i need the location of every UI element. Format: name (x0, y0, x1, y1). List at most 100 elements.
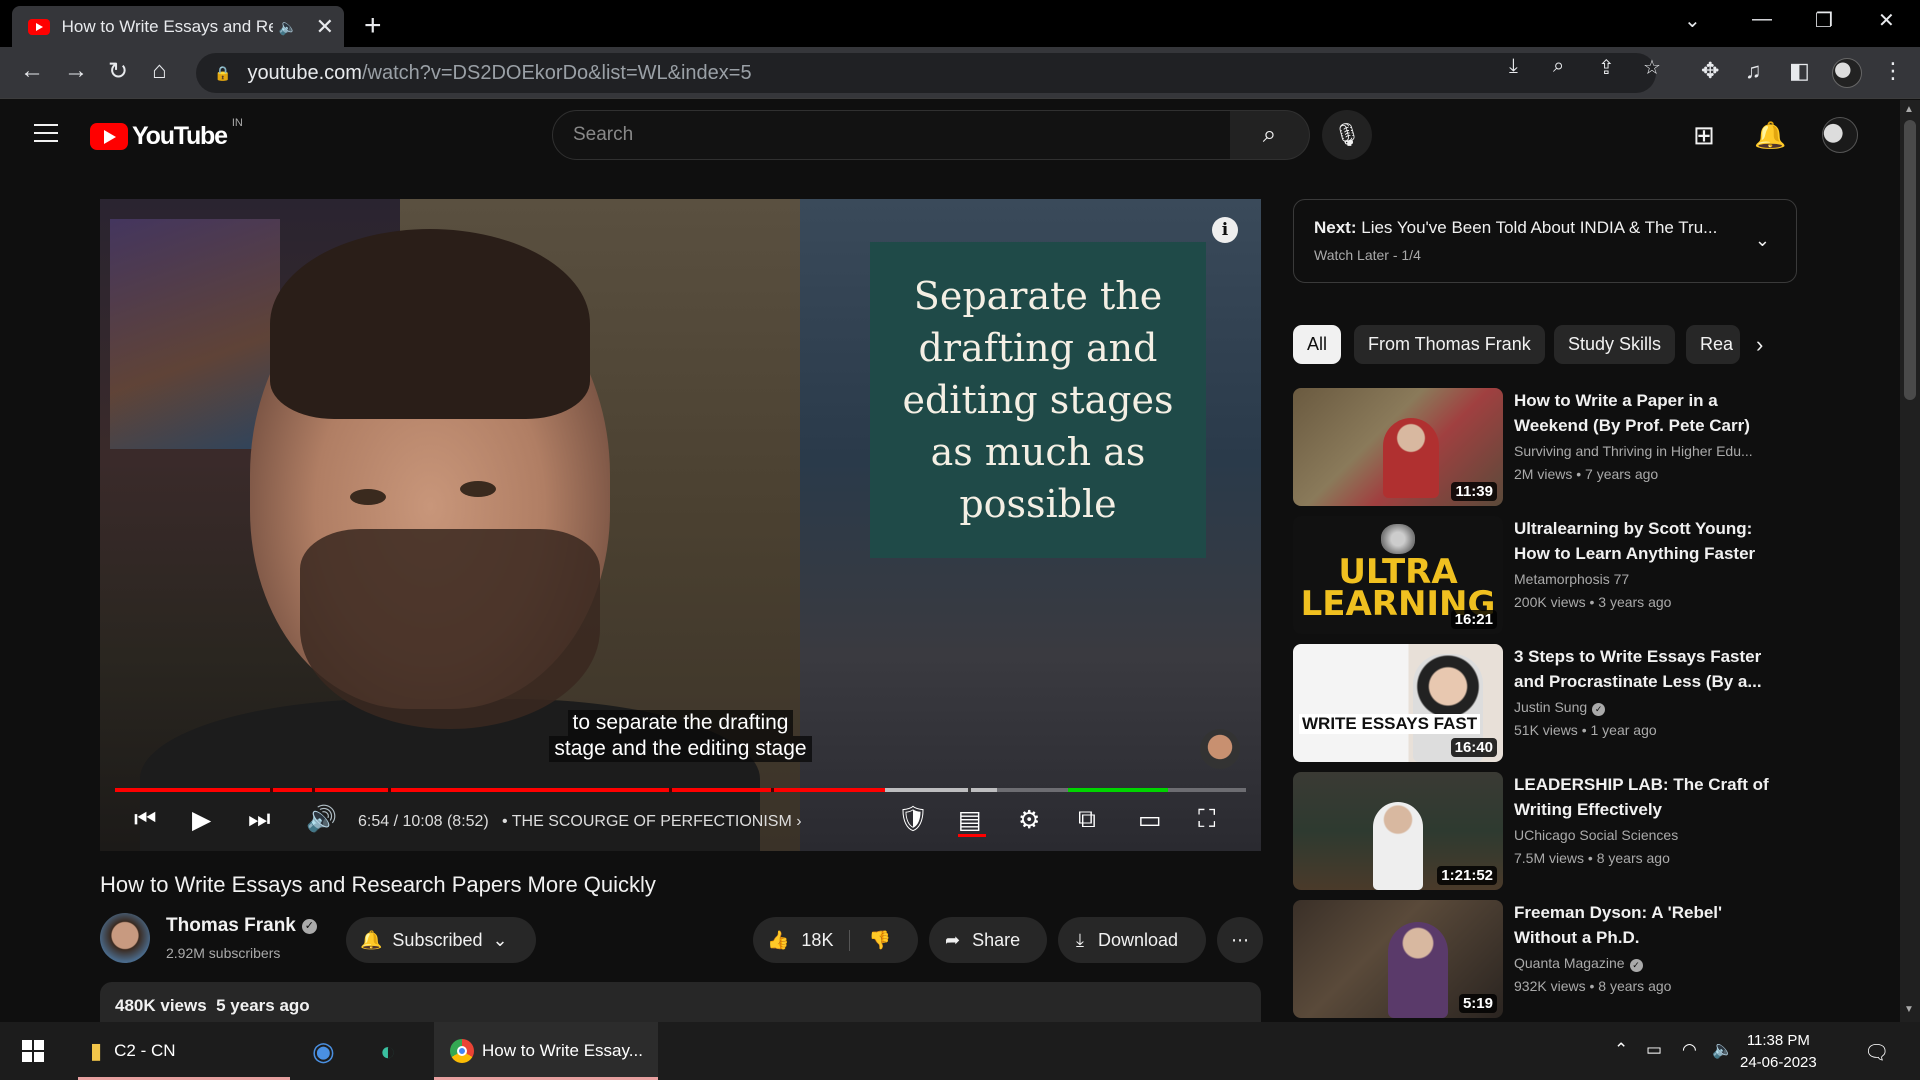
chip-rea[interactable]: Rea (1686, 325, 1740, 364)
system-clock[interactable]: 11:38 PM 24-06-2023 (1740, 1030, 1817, 1074)
play-icon[interactable]: ▶ (192, 805, 211, 835)
settings-gear-icon[interactable]: ⚙ (1018, 805, 1040, 835)
install-app-icon[interactable]: ⤓ (1509, 55, 1518, 78)
lock-icon[interactable]: 🔒 (214, 65, 231, 82)
channel-watermark[interactable] (1200, 729, 1240, 769)
restore-icon[interactable]: ❐ (1815, 8, 1833, 33)
recommendation-item[interactable]: 5:19 Freeman Dyson: A 'Rebel' Without a … (1293, 900, 1793, 1018)
page-scrollbar[interactable]: ▲ ▼ (1900, 100, 1920, 1022)
like-button[interactable]: 👍 18K (767, 929, 851, 951)
browser-tabstrip: How to Write Essays and Resear 🔈 ✕ + ⌄ —… (0, 0, 1920, 47)
chip-study-skills[interactable]: Study Skills (1554, 325, 1676, 364)
side-panel-icon[interactable]: ◧ (1789, 58, 1810, 84)
tab-search-icon[interactable]: ⌄ (1684, 8, 1701, 33)
previous-icon[interactable]: ⏮ (134, 805, 157, 834)
chips-next-icon[interactable]: › (1756, 332, 1763, 358)
back-icon[interactable]: ← (20, 57, 44, 85)
bookmark-star-icon[interactable]: ☆ (1643, 55, 1661, 80)
scrollbar-thumb[interactable] (1904, 120, 1916, 400)
chapter-divider (669, 788, 672, 792)
browser-menu-icon[interactable]: ⋮ (1882, 58, 1904, 84)
notification-center-icon[interactable]: 🗨 (1864, 1040, 1889, 1065)
share-icon: ➦ (945, 929, 961, 950)
youtube-logo[interactable]: YouTube IN (90, 117, 243, 151)
playlist-next-panel[interactable]: Next: Lies You've Been Told About INDIA … (1293, 199, 1797, 283)
home-icon[interactable]: ⌂ (152, 57, 167, 85)
recommendation-item[interactable]: 11:39 How to Write a Paper in a Weekend … (1293, 388, 1793, 506)
reload-icon[interactable]: ↻ (108, 57, 128, 86)
thumbs-down-icon: 👎 (868, 929, 891, 950)
volume-icon[interactable]: 🔊 (306, 805, 337, 834)
tab-title: How to Write Essays and Resear (61, 16, 273, 36)
fullscreen-icon[interactable]: ⛶ (1198, 805, 1216, 834)
youtube-wordmark: YouTube (132, 122, 228, 150)
video-duration: 11:39 (1451, 482, 1497, 501)
subtitles-icon[interactable]: ▤ (958, 805, 982, 835)
new-tab-icon[interactable]: + (364, 9, 382, 43)
create-video-icon[interactable]: ⊞ (1693, 120, 1715, 151)
share-button[interactable]: ➦ Share (929, 917, 1047, 963)
video-thumbnail[interactable]: 5:19 (1293, 900, 1503, 1018)
progress-bar[interactable] (115, 788, 1246, 792)
share-page-icon[interactable]: ⇪ (1598, 55, 1615, 80)
dislike-button[interactable]: 👎 (850, 930, 890, 951)
speaker-icon[interactable]: 🔈 (1712, 1040, 1733, 1060)
scroll-down-icon[interactable]: ▼ (1904, 1004, 1914, 1015)
channel-name[interactable]: Thomas Frank ✓ (166, 915, 317, 937)
video-thumbnail[interactable]: WRITE ESSAYS FAST 16:40 (1293, 644, 1503, 762)
download-button[interactable]: ⤓ Download (1058, 917, 1206, 963)
more-actions-button[interactable]: ⋯ (1217, 917, 1263, 963)
theater-mode-icon[interactable]: ▭ (1138, 805, 1162, 835)
subscribed-button[interactable]: 🔔 Subscribed ⌄ (346, 917, 536, 963)
browser-profile-avatar[interactable] (1832, 58, 1862, 88)
window-close-icon[interactable]: ✕ (1878, 8, 1895, 33)
recommendation-meta: 932K views • 8 years ago (1514, 978, 1672, 994)
forward-icon[interactable]: → (64, 57, 88, 85)
account-avatar[interactable] (1822, 117, 1858, 153)
bell-icon: 🔔 (360, 929, 383, 950)
tray-overflow-icon[interactable]: ⌃ (1614, 1040, 1628, 1060)
next-icon[interactable]: ⏭ (248, 805, 271, 834)
quote-card: Separate the drafting and editing stages… (870, 242, 1206, 558)
presenter-beard (300, 529, 600, 729)
chevron-right-icon: › (796, 813, 802, 830)
chip-all[interactable]: All (1293, 325, 1342, 364)
media-controls-icon[interactable]: ♫ (1745, 58, 1762, 84)
expand-chevron-icon[interactable]: ⌄ (1755, 230, 1770, 251)
search-button[interactable]: ⌕ (1230, 110, 1310, 160)
presenter-eye-left (350, 489, 386, 505)
recommendation-item[interactable]: ULTRA LEARNING 16:21 Ultralearning by Sc… (1293, 516, 1793, 634)
voice-search-button[interactable]: 🎙 (1322, 110, 1372, 160)
channel-avatar[interactable] (100, 913, 150, 963)
zoom-icon[interactable]: ⌕ (1553, 55, 1564, 78)
recommendation-item[interactable]: WRITE ESSAYS FAST 16:40 3 Steps to Write… (1293, 644, 1793, 762)
browser-tab[interactable]: How to Write Essays and Resear 🔈 ✕ (12, 6, 344, 47)
taskbar-edge[interactable]: ◐ (380, 1022, 420, 1080)
minimize-icon[interactable]: — (1752, 8, 1772, 31)
notifications-bell-icon[interactable]: 🔔 (1754, 120, 1786, 151)
chapter-title[interactable]: • THE SCOURGE OF PERFECTIONISM › (502, 813, 802, 831)
battery-icon[interactable]: ▭ (1646, 1040, 1662, 1060)
search-input[interactable]: Search (552, 110, 1232, 160)
miniplayer-icon[interactable]: ⧉ (1078, 805, 1096, 834)
menu-icon[interactable] (34, 124, 58, 142)
taskbar-outlook[interactable]: ◉ (312, 1022, 352, 1080)
scroll-up-icon[interactable]: ▲ (1904, 104, 1914, 115)
taskbar-explorer[interactable]: ▮ C2 - CN (78, 1022, 290, 1080)
video-thumbnail[interactable]: ULTRA LEARNING 16:21 (1293, 516, 1503, 634)
video-thumbnail[interactable]: 11:39 (1293, 388, 1503, 506)
taskbar-chrome[interactable]: How to Write Essay... (434, 1022, 658, 1080)
recommendation-item[interactable]: 1:21:52 LEADERSHIP LAB: The Craft of Wri… (1293, 772, 1793, 890)
shield-extension-icon[interactable]: 🛡 (897, 805, 929, 834)
extensions-icon[interactable]: ✥ (1701, 58, 1719, 84)
tab-audio-icon[interactable]: 🔈 (279, 18, 298, 36)
tab-close-icon[interactable]: ✕ (316, 14, 334, 40)
video-player[interactable]: Separate the drafting and editing stages… (100, 199, 1261, 851)
windows-start-icon[interactable] (22, 1040, 44, 1062)
chip-from-thomas-frank[interactable]: From Thomas Frank (1354, 325, 1545, 364)
address-bar[interactable]: 🔒 youtube.com/watch?v=DS2DOEkorDo&list=W… (196, 53, 1656, 93)
video-thumbnail[interactable]: 1:21:52 (1293, 772, 1503, 890)
info-icon[interactable]: i (1212, 217, 1238, 243)
wifi-icon[interactable]: ◠ (1682, 1040, 1697, 1060)
channel-name-text: Quanta Magazine (1514, 955, 1625, 971)
